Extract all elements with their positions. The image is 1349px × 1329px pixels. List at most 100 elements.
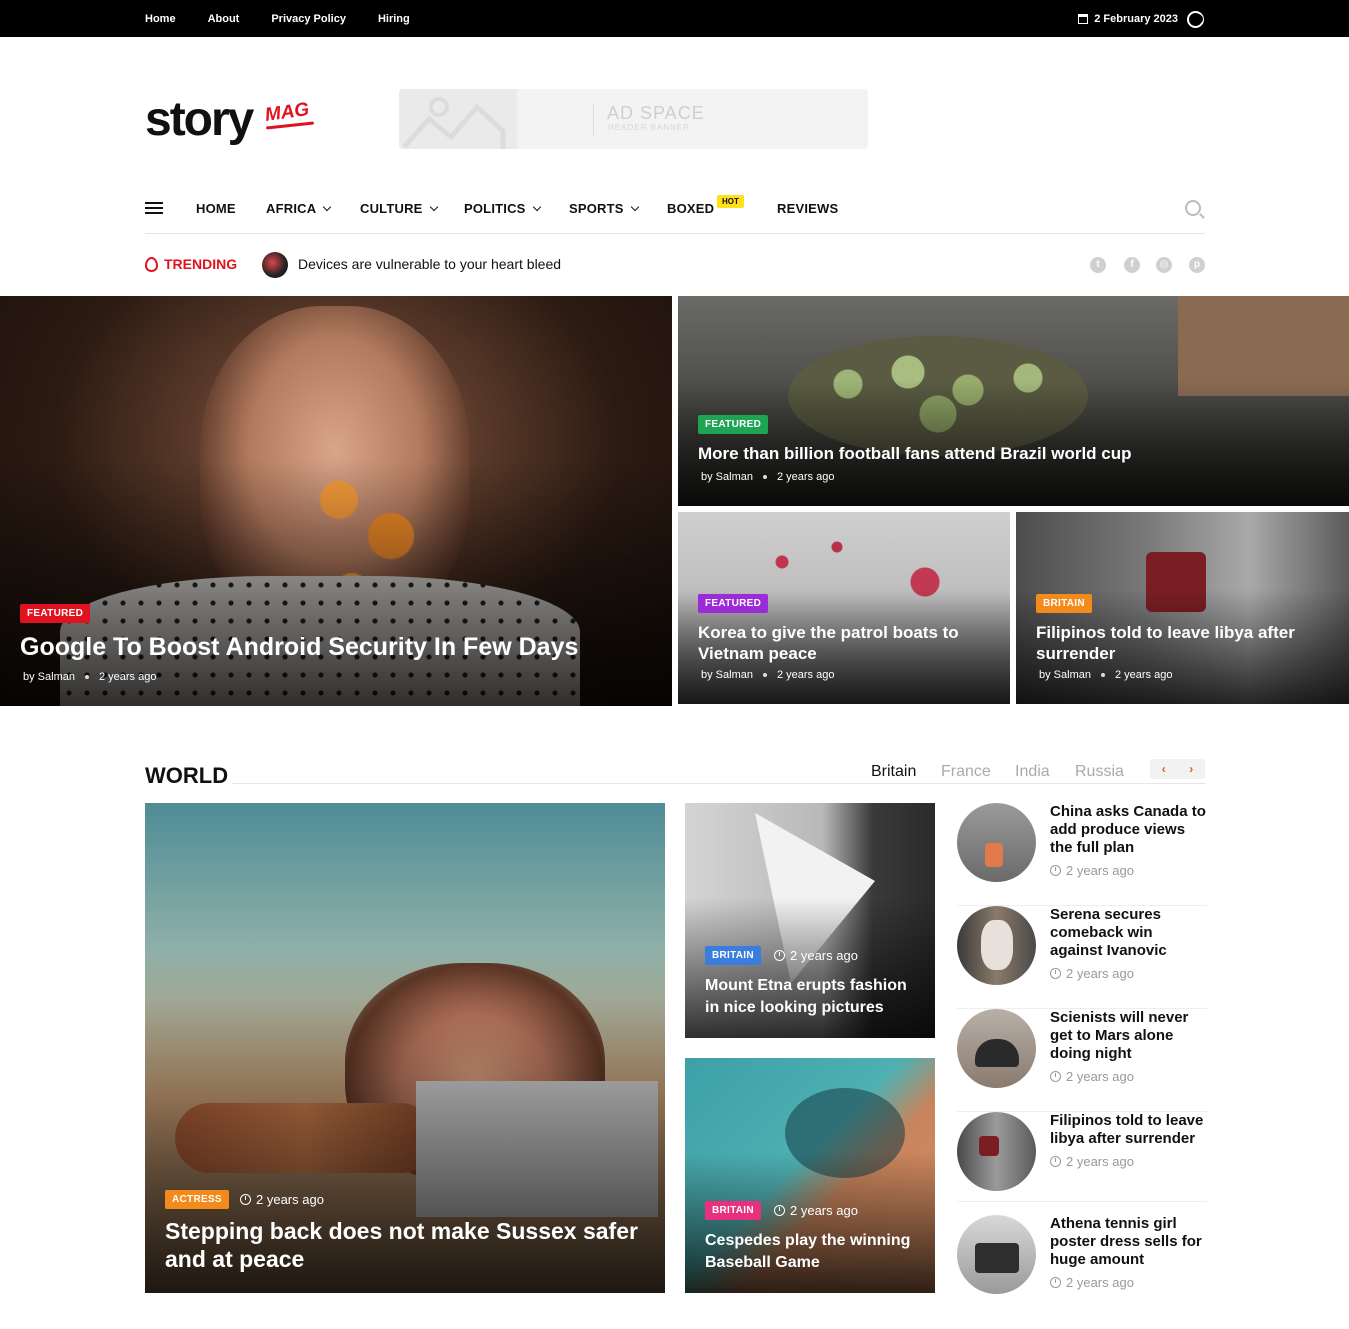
top-link-about[interactable]: About xyxy=(208,13,240,25)
chevron-down-icon xyxy=(630,202,639,212)
hero-bottom-right-card[interactable]: BRITAIN Filipinos told to leave libya af… xyxy=(1016,512,1349,704)
twitter-icon[interactable]: t xyxy=(1090,257,1106,273)
world-big-title[interactable]: Stepping back does not make Sussex safer… xyxy=(165,1217,655,1273)
facebook-icon[interactable]: f xyxy=(1124,257,1140,273)
world-big-card[interactable]: ACTRESS 2 years ago Stepping back does n… xyxy=(145,803,665,1293)
list-item[interactable]: China asks Canada to add produce views t… xyxy=(957,803,1207,906)
list-title[interactable]: China asks Canada to add produce views t… xyxy=(1050,803,1207,857)
nav-boxed[interactable]: BOXED xyxy=(667,201,714,216)
chevron-left-icon[interactable]: ‹ xyxy=(1162,762,1166,776)
world-mid2-meta: 2 years ago xyxy=(774,1203,858,1218)
nav-sports-label: SPORTS xyxy=(569,201,624,216)
carousel-arrows: ‹ › xyxy=(1150,759,1205,779)
hero-main-title[interactable]: Google To Boost Android Security In Few … xyxy=(20,633,578,662)
author[interactable]: by Salman xyxy=(701,669,753,681)
tab-russia[interactable]: Russia xyxy=(1075,763,1124,781)
britain-badge[interactable]: BRITAIN xyxy=(705,946,761,965)
list-meta: 2 years ago xyxy=(1050,1069,1134,1084)
britain-badge[interactable]: BRITAIN xyxy=(1036,594,1092,613)
actress-badge[interactable]: ACTRESS xyxy=(165,1190,229,1209)
chevron-right-icon[interactable]: › xyxy=(1189,762,1193,776)
hero-main-meta: by Salman 2 years ago xyxy=(23,671,156,683)
hero-top-right-card[interactable]: FEATURED More than billion football fans… xyxy=(678,296,1349,506)
tab-france[interactable]: France xyxy=(941,763,991,781)
time: 2 years ago xyxy=(1066,1069,1134,1084)
sneaker-image xyxy=(985,843,1003,867)
author[interactable]: by Salman xyxy=(23,671,75,683)
top-link-home[interactable]: Home xyxy=(145,13,176,25)
list-thumbnail[interactable] xyxy=(957,803,1036,882)
author[interactable]: by Salman xyxy=(1039,669,1091,681)
hero-bottom-left-title[interactable]: Korea to give the patrol boats to Vietna… xyxy=(698,622,988,664)
nav-politics[interactable]: POLITICS xyxy=(464,201,541,216)
hero-bottom-right-title[interactable]: Filipinos told to leave libya after surr… xyxy=(1036,622,1336,664)
dark-mode-toggle-icon[interactable] xyxy=(1187,11,1204,28)
trending-thumbnail[interactable] xyxy=(262,252,288,278)
site-logo[interactable]: story xyxy=(145,92,254,147)
nav-culture-label: CULTURE xyxy=(360,201,423,216)
nav-africa[interactable]: AFRICA xyxy=(266,201,332,216)
clock-icon xyxy=(1050,968,1061,979)
trending-label: TRENDING xyxy=(145,256,237,272)
time: 2 years ago xyxy=(776,669,835,681)
list-thumbnail[interactable] xyxy=(957,1112,1036,1191)
list-thumbnail[interactable] xyxy=(957,1009,1036,1088)
instagram-icon[interactable]: ◎ xyxy=(1156,257,1172,273)
nav-home[interactable]: HOME xyxy=(196,201,236,216)
section-divider xyxy=(232,783,1205,784)
calendar-icon xyxy=(1078,13,1089,24)
ad-divider xyxy=(593,103,594,135)
header-ad-banner[interactable]: AD SPACE HEADER BANNER xyxy=(399,89,868,149)
britain-badge[interactable]: BRITAIN xyxy=(705,1201,761,1220)
tab-britain[interactable]: Britain xyxy=(871,763,916,781)
list-title[interactable]: Serena secures comeback win against Ivan… xyxy=(1050,906,1207,960)
date-display: 2 February 2023 xyxy=(1078,0,1178,37)
author[interactable]: by Salman xyxy=(701,471,753,483)
nav-culture[interactable]: CULTURE xyxy=(360,201,438,216)
featured-badge[interactable]: FEATURED xyxy=(20,604,91,623)
featured-badge[interactable]: FEATURED xyxy=(698,594,769,613)
hero-main-card[interactable]: FEATURED Google To Boost Android Securit… xyxy=(0,296,672,706)
yoga-pose-image xyxy=(975,1039,1019,1067)
time: 2 years ago xyxy=(256,1192,324,1207)
section-title-world: WORLD xyxy=(145,763,229,788)
top-link-privacy[interactable]: Privacy Policy xyxy=(271,13,346,25)
list-thumbnail[interactable] xyxy=(957,1215,1036,1294)
time: 2 years ago xyxy=(776,471,835,483)
clock-icon xyxy=(774,950,785,961)
list-item[interactable]: Filipinos told to leave libya after surr… xyxy=(957,1112,1207,1202)
featured-badge[interactable]: FEATURED xyxy=(698,415,769,434)
chevron-down-icon xyxy=(323,202,332,212)
time: 2 years ago xyxy=(790,1203,858,1218)
hero-top-right-title[interactable]: More than billion football fans attend B… xyxy=(698,444,1132,464)
list-item[interactable]: Scienists will never get to Mars alone d… xyxy=(957,1009,1207,1112)
ad-title: AD SPACE xyxy=(607,103,705,123)
list-title[interactable]: Athena tennis girl poster dress sells fo… xyxy=(1050,1215,1207,1269)
list-thumbnail[interactable] xyxy=(957,906,1036,985)
trending-headline[interactable]: Devices are vulnerable to your heart ble… xyxy=(298,256,561,272)
top-bar: Home About Privacy Policy Hiring 2 Febru… xyxy=(0,0,1349,37)
world-mid-card-2[interactable]: BRITAIN 2 years ago Cespedes play the wi… xyxy=(685,1058,935,1293)
clock-icon xyxy=(1050,865,1061,876)
list-item[interactable]: Athena tennis girl poster dress sells fo… xyxy=(957,1215,1207,1318)
hero-bottom-left-card[interactable]: FEATURED Korea to give the patrol boats … xyxy=(678,512,1010,704)
list-title[interactable]: Filipinos told to leave libya after surr… xyxy=(1050,1112,1207,1148)
world-mid2-title[interactable]: Cespedes play the winning Baseball Game xyxy=(705,1230,925,1274)
tab-india[interactable]: India xyxy=(1015,763,1050,781)
world-mid1-title[interactable]: Mount Etna erupts fashion in nice lookin… xyxy=(705,975,925,1019)
menu-icon[interactable] xyxy=(145,202,163,214)
nav-reviews[interactable]: REVIEWS xyxy=(777,201,838,216)
list-meta: 2 years ago xyxy=(1050,966,1134,981)
card-shade xyxy=(0,460,672,706)
main-nav: HOME AFRICA CULTURE POLITICS SPORTS BOXE… xyxy=(145,186,1205,234)
pinterest-icon[interactable]: p xyxy=(1189,257,1205,273)
world-mid-card-1[interactable]: BRITAIN 2 years ago Mount Etna erupts fa… xyxy=(685,803,935,1038)
search-icon[interactable] xyxy=(1185,200,1201,216)
nav-sports[interactable]: SPORTS xyxy=(569,201,639,216)
top-link-hiring[interactable]: Hiring xyxy=(378,13,410,25)
list-title[interactable]: Scienists will never get to Mars alone d… xyxy=(1050,1009,1207,1063)
list-meta: 2 years ago xyxy=(1050,1154,1134,1169)
list-item[interactable]: Serena secures comeback win against Ivan… xyxy=(957,906,1207,1009)
top-links: Home About Privacy Policy Hiring xyxy=(145,0,410,37)
world-mid1-meta: 2 years ago xyxy=(774,948,858,963)
